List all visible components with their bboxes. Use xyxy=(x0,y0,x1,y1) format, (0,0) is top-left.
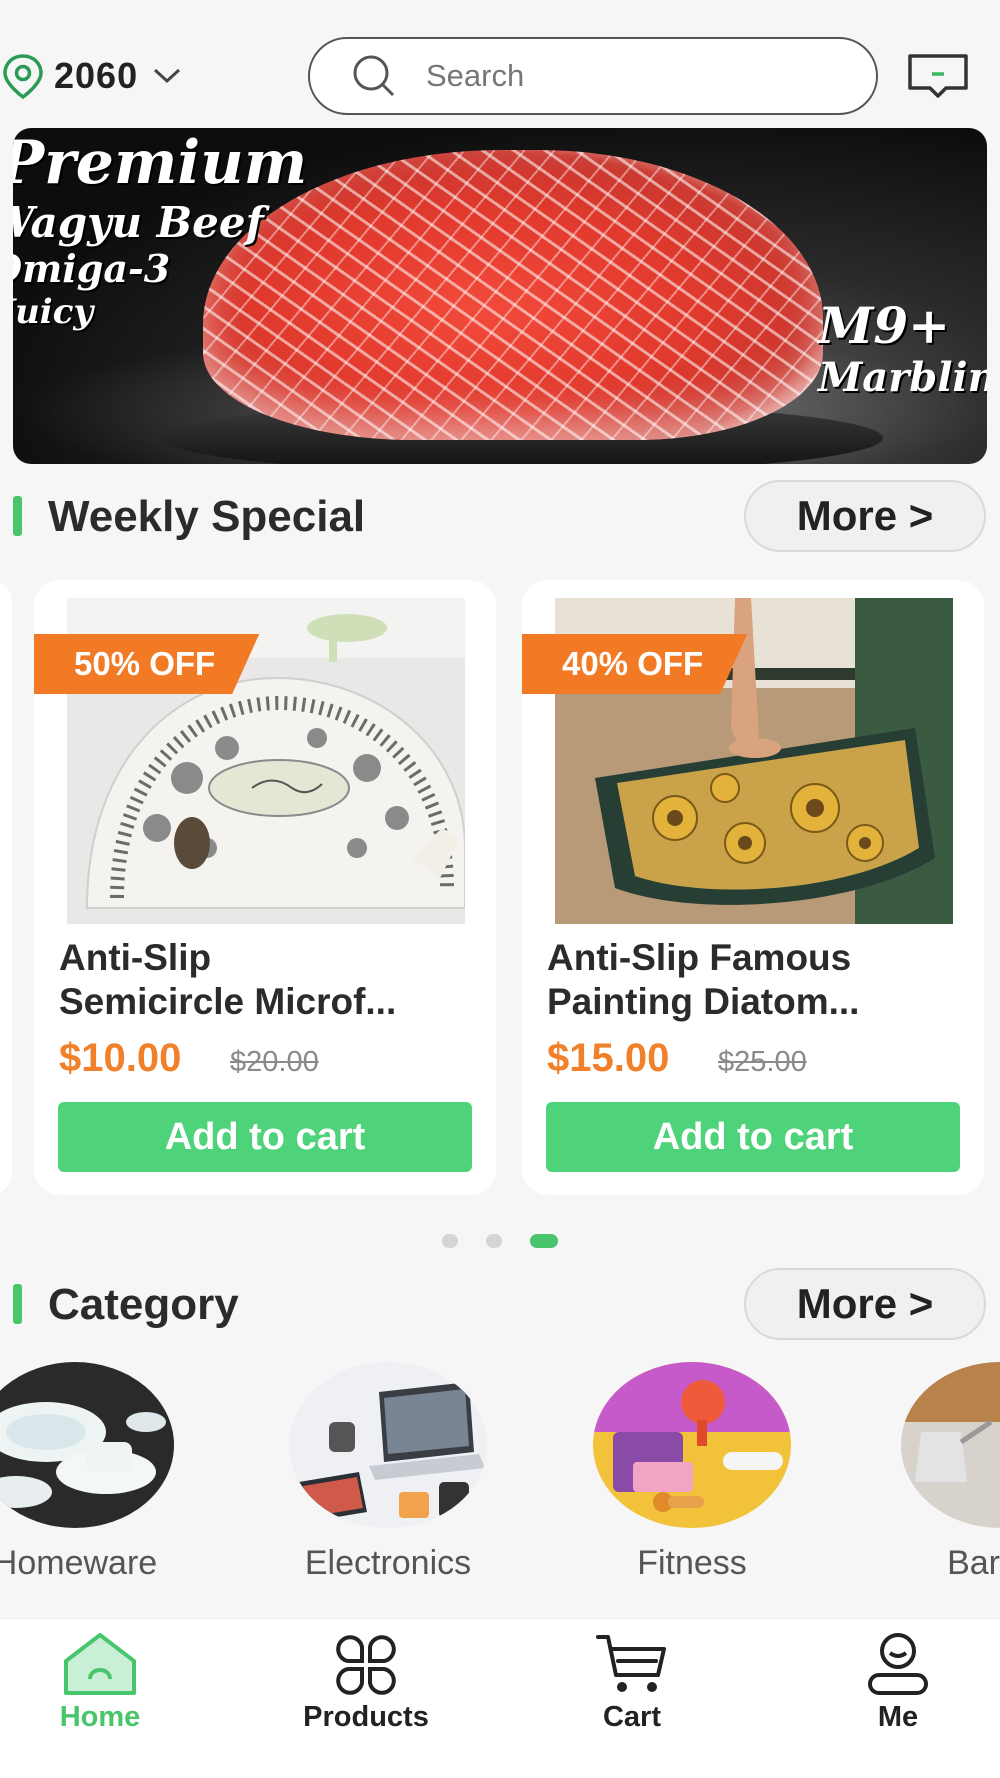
products-icon xyxy=(336,1635,396,1695)
search-icon xyxy=(353,55,395,97)
previous-card-peek[interactable] xyxy=(0,580,12,1195)
banner-line: M9+ xyxy=(818,296,951,355)
bottom-navigation: Home Products Cart Me xyxy=(0,1618,1000,1778)
tab-me[interactable]: Me xyxy=(798,1619,998,1778)
top-bar: 2060 xyxy=(0,0,1000,128)
product-original-price: $25.00 xyxy=(718,1046,807,1078)
weekly-special-carousel[interactable]: 50% OFF Anti-Slip Semicircle Microf... $… xyxy=(0,580,1000,1195)
chevron-down-icon xyxy=(154,68,181,84)
location-code: 2060 xyxy=(54,55,139,96)
search-bar[interactable] xyxy=(308,37,878,115)
tab-label: Products xyxy=(303,1701,429,1733)
product-price: $10.00 xyxy=(59,1036,182,1080)
cart-icon xyxy=(596,1635,666,1692)
banner-line: Juicy xyxy=(13,292,94,332)
location-pin-icon xyxy=(3,54,43,100)
section-accent xyxy=(13,1284,22,1324)
tab-home[interactable]: Home xyxy=(0,1619,200,1778)
home-screen: 2060 Premium Wagyu Beef Omiga-3 Juicy M9… xyxy=(0,0,1000,1778)
product-name: Anti-Slip Semicircle Microf... xyxy=(59,937,397,1022)
tab-products[interactable]: Products xyxy=(266,1619,466,1778)
add-to-cart-button[interactable]: Add to cart xyxy=(546,1102,960,1172)
category-image xyxy=(901,1362,1000,1528)
weekly-more-button[interactable]: More > xyxy=(744,480,986,552)
search-input[interactable] xyxy=(426,58,856,94)
banner-line: Omiga-3 xyxy=(13,246,171,291)
location-selector[interactable]: 2060 xyxy=(0,50,182,102)
product-card[interactable]: 40% OFF Anti-Slip Famous Painting Diatom… xyxy=(522,580,984,1195)
tab-label: Cart xyxy=(602,1701,661,1733)
category-item-fitness[interactable]: Fitness xyxy=(587,1362,797,1592)
product-card[interactable]: 50% OFF Anti-Slip Semicircle Microf... $… xyxy=(34,580,496,1195)
section-title: Weekly Special xyxy=(48,492,366,541)
profile-icon xyxy=(868,1633,928,1695)
tab-label: Me xyxy=(877,1701,919,1733)
pagination-dot[interactable] xyxy=(486,1234,502,1248)
discount-badge: 40% OFF xyxy=(522,634,748,694)
tab-cart[interactable]: Cart xyxy=(532,1619,732,1778)
product-original-price: $20.00 xyxy=(230,1046,319,1078)
category-header: Category More > xyxy=(0,1264,1000,1344)
category-label: Barista xyxy=(947,1544,1000,1582)
category-item-barista[interactable]: Barista xyxy=(895,1362,1000,1592)
add-to-cart-button[interactable]: Add to cart xyxy=(58,1102,472,1172)
product-name: Anti-Slip Famous Painting Diatom... xyxy=(547,937,860,1022)
category-item-electronics[interactable]: Electronics xyxy=(283,1362,493,1592)
tab-label: Home xyxy=(59,1701,141,1733)
pagination-dot[interactable] xyxy=(442,1234,458,1248)
product-price: $15.00 xyxy=(547,1036,670,1080)
category-item-homeware[interactable]: Homeware xyxy=(0,1362,180,1592)
category-more-button[interactable]: More > xyxy=(744,1268,986,1340)
category-image xyxy=(289,1362,487,1528)
category-list[interactable]: Homeware Electronics Fitness Bar xyxy=(0,1362,1000,1592)
category-label: Fitness xyxy=(637,1544,747,1582)
section-accent xyxy=(13,496,22,536)
category-image xyxy=(593,1362,791,1528)
pagination-dot-active[interactable] xyxy=(530,1234,558,1248)
discount-badge: 50% OFF xyxy=(34,634,260,694)
promo-banner[interactable]: Premium Wagyu Beef Omiga-3 Juicy M9+ Mar… xyxy=(13,128,987,464)
banner-line: Premium xyxy=(13,128,308,198)
category-label: Homeware xyxy=(0,1544,158,1582)
section-title: Category xyxy=(48,1280,239,1329)
category-label: Electronics xyxy=(304,1544,472,1582)
banner-line: Wagyu Beef xyxy=(13,198,264,247)
banner-line: Marbling xyxy=(818,354,987,401)
weekly-special-header: Weekly Special More > xyxy=(0,478,1000,558)
category-image xyxy=(0,1362,174,1528)
carousel-pagination xyxy=(0,1234,1000,1248)
message-icon[interactable] xyxy=(906,52,970,100)
home-icon xyxy=(64,1633,136,1695)
